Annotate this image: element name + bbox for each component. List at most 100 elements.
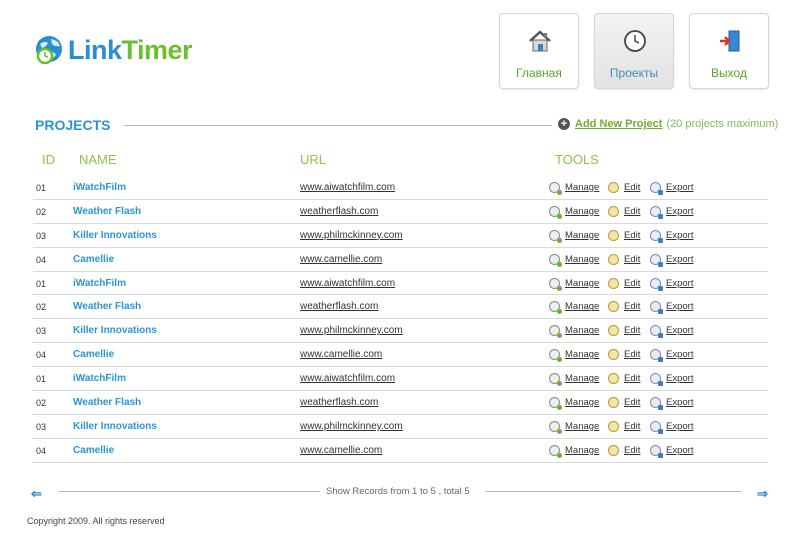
edit-icon	[608, 182, 619, 193]
edit-button[interactable]: Edit	[608, 420, 640, 432]
edit-label: Edit	[624, 444, 641, 456]
add-project-link[interactable]: Add New Project	[575, 118, 662, 130]
plus-icon[interactable]: +	[558, 118, 570, 130]
export-button[interactable]: Export	[650, 325, 693, 339]
edit-label: Edit	[624, 182, 641, 193]
project-name-link[interactable]: Weather Flash	[73, 397, 141, 408]
manage-button[interactable]: Manage	[549, 253, 599, 267]
project-url-link[interactable]: www.aiwatchfilm.com	[300, 278, 395, 289]
edit-button[interactable]: Edit	[608, 205, 640, 217]
home-icon	[527, 28, 553, 54]
manage-icon	[549, 397, 562, 411]
edit-button[interactable]: Edit	[608, 301, 640, 313]
manage-button[interactable]: Manage	[549, 373, 599, 387]
export-icon	[650, 325, 663, 339]
projects-table: 01 iWatchFilm www.aiwatchfilm.com Manage Edi…	[33, 176, 768, 463]
table-row: 01 iWatchFilm www.aiwatchfilm.com Manage Edi…	[33, 176, 768, 200]
project-url-link[interactable]: www.camellie.com	[300, 254, 382, 265]
export-icon	[650, 420, 663, 434]
column-header-name: NAME	[79, 152, 117, 167]
project-name-link[interactable]: Camellie	[73, 254, 114, 265]
edit-button[interactable]: Edit	[608, 253, 640, 265]
export-label: Export	[666, 253, 694, 265]
row-id: 04	[36, 254, 47, 265]
add-project-area: + Add New Project (20 projects maximum)	[558, 118, 778, 130]
project-name-link[interactable]: Killer Innovations	[73, 421, 157, 432]
export-button[interactable]: Export	[650, 444, 694, 458]
project-url-link[interactable]: www.aiwatchfilm.com	[300, 182, 395, 193]
manage-button[interactable]: Manage	[549, 397, 599, 411]
export-button[interactable]: Export	[650, 420, 694, 434]
project-name-link[interactable]: iWatchFilm	[73, 373, 126, 384]
export-button[interactable]: Export	[650, 253, 694, 267]
nav-projects-button[interactable]: Проекты	[594, 13, 674, 89]
row-id: 04	[36, 445, 47, 456]
export-label: Export	[666, 444, 694, 456]
nav-exit-label: Выход	[711, 66, 747, 80]
manage-label: Manage	[565, 277, 600, 289]
project-name-link[interactable]: Weather Flash	[73, 206, 141, 217]
manage-label: Manage	[565, 444, 600, 456]
edit-icon	[608, 397, 619, 409]
project-name-link[interactable]: Weather Flash	[73, 301, 141, 312]
pager-divider-left	[58, 491, 320, 492]
project-url-link[interactable]: www.philmckinney.com	[300, 325, 403, 336]
manage-button[interactable]: Manage	[549, 301, 599, 315]
project-url-link[interactable]: www.camellie.com	[300, 349, 382, 360]
export-button[interactable]: Export	[650, 397, 693, 411]
globe-clock-icon	[34, 34, 66, 66]
manage-button[interactable]: Manage	[549, 182, 599, 195]
project-url-link[interactable]: weatherflash.com	[300, 301, 378, 312]
project-url-link[interactable]: weatherflash.com	[300, 206, 378, 217]
project-name-link[interactable]: iWatchFilm	[73, 182, 126, 193]
export-label: Export	[666, 373, 694, 385]
edit-label: Edit	[624, 349, 641, 361]
manage-button[interactable]: Manage	[549, 444, 600, 458]
export-button[interactable]: Export	[650, 373, 694, 387]
export-button[interactable]: Export	[650, 349, 693, 363]
export-button[interactable]: Export	[650, 182, 693, 195]
export-button[interactable]: Export	[650, 205, 693, 219]
edit-button[interactable]: Edit	[608, 182, 640, 193]
prev-page-arrow-icon[interactable]: ⇐	[31, 486, 42, 502]
edit-button[interactable]: Edit	[608, 373, 640, 385]
export-button[interactable]: Export	[650, 277, 693, 291]
manage-button[interactable]: Manage	[549, 420, 599, 434]
table-row: 01 iWatchFilm www.aiwatchfilm.com Manage Edi…	[33, 367, 768, 392]
export-label: Export	[666, 420, 694, 432]
edit-label: Edit	[624, 277, 641, 289]
export-button[interactable]: Export	[650, 301, 694, 315]
edit-button[interactable]: Edit	[608, 444, 641, 456]
nav-exit-button[interactable]: Выход	[689, 13, 769, 89]
project-name-link[interactable]: Killer Innovations	[73, 230, 157, 241]
edit-button[interactable]: Edit	[608, 325, 640, 337]
manage-button[interactable]: Manage	[549, 277, 600, 291]
project-name-link[interactable]: iWatchFilm	[73, 278, 126, 289]
manage-icon	[549, 301, 562, 315]
export-label: Export	[666, 301, 694, 313]
project-url-link[interactable]: www.aiwatchfilm.com	[300, 373, 395, 384]
manage-button[interactable]: Manage	[549, 229, 599, 243]
project-url-link[interactable]: www.camellie.com	[300, 445, 382, 456]
project-name-link[interactable]: Camellie	[73, 445, 114, 456]
edit-icon	[608, 325, 619, 337]
edit-button[interactable]: Edit	[608, 229, 641, 241]
next-page-arrow-icon[interactable]: ⇒	[757, 486, 768, 502]
column-header-tools: TOOLS	[555, 152, 599, 167]
row-id: 03	[36, 421, 47, 432]
edit-label: Edit	[624, 229, 641, 241]
manage-button[interactable]: Manage	[549, 325, 599, 339]
project-url-link[interactable]: www.philmckinney.com	[300, 421, 403, 432]
manage-button[interactable]: Manage	[549, 205, 599, 219]
project-name-link[interactable]: Killer Innovations	[73, 325, 157, 336]
edit-button[interactable]: Edit	[608, 277, 641, 289]
project-url-link[interactable]: weatherflash.com	[300, 397, 378, 408]
edit-button[interactable]: Edit	[608, 397, 640, 409]
manage-button[interactable]: Manage	[549, 349, 599, 363]
nav-home-button[interactable]: Главная	[499, 13, 579, 89]
project-url-link[interactable]: www.philmckinney.com	[300, 230, 403, 241]
export-button[interactable]: Export	[650, 229, 693, 243]
project-name-link[interactable]: Camellie	[73, 349, 114, 360]
table-row: 04 Camellie www.camellie.com Manage Edit Expo…	[33, 439, 768, 463]
edit-button[interactable]: Edit	[608, 349, 641, 361]
